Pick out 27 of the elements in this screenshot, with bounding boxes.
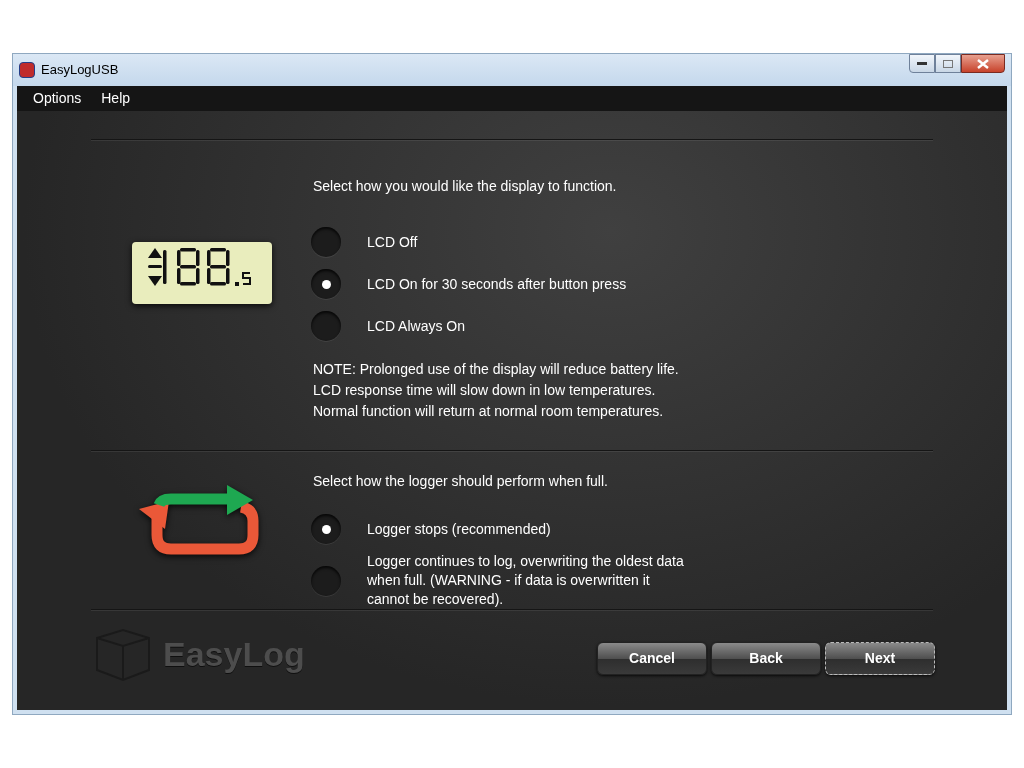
- wizard-button[interactable]: Back: [711, 641, 821, 675]
- close-icon: [977, 58, 989, 69]
- radio-button[interactable]: [311, 311, 341, 341]
- option-label[interactable]: LCD Always On: [367, 315, 466, 337]
- note-text: NOTE: Prolonged use of the display will reduce battery life.: [313, 361, 679, 378]
- wizard-button[interactable]: Cancel: [597, 641, 707, 675]
- note-text: Normal function will return at normal room temperatures.: [313, 403, 665, 420]
- minimize-button[interactable]: [909, 54, 935, 73]
- close-button[interactable]: [961, 54, 1005, 73]
- app-icon: [19, 62, 35, 78]
- option-label[interactable]: Logger continues to log, overwriting the oldest data when full. (WARNING - if data is overwritten it cannot be recovered).: [367, 552, 685, 609]
- option-label[interactable]: LCD Off: [367, 231, 418, 253]
- menu-item[interactable]: Options: [25, 88, 90, 109]
- radio-button[interactable]: [311, 227, 341, 257]
- lcd-display-icon: [132, 242, 272, 304]
- wizard-button[interactable]: Next: [825, 641, 935, 675]
- radio-button[interactable]: [311, 565, 341, 596]
- section-heading: Select how the logger should perform when full.: [313, 472, 609, 491]
- note-text: LCD response time will slow down in low temperatures.: [313, 382, 657, 399]
- window-title: EasyLogUSB: [41, 61, 119, 80]
- radio-button[interactable]: [311, 514, 341, 544]
- menu-item[interactable]: Help: [93, 88, 139, 109]
- section-heading: Select how you would like the display to function.: [313, 177, 618, 196]
- option-label[interactable]: Logger stops (recommended): [367, 519, 685, 539]
- maximize-button[interactable]: [935, 54, 961, 73]
- radio-button[interactable]: [311, 269, 341, 299]
- option-label[interactable]: LCD On for 30 seconds after button press: [367, 273, 627, 295]
